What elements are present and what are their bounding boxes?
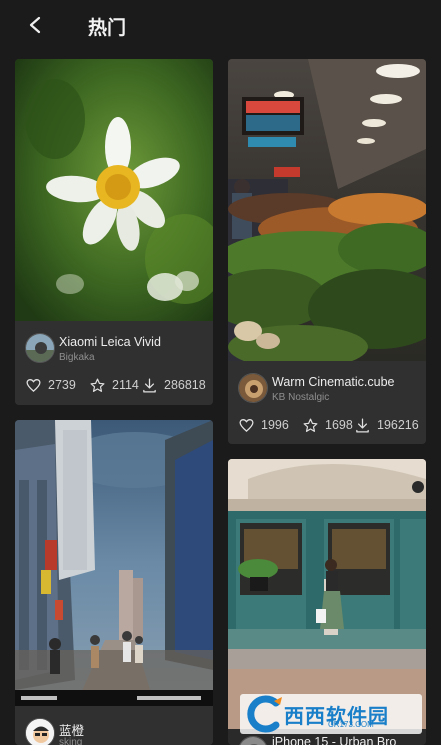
back-button[interactable] bbox=[22, 10, 50, 40]
logo-icon bbox=[247, 695, 282, 733]
filter-card-1[interactable]: Xiaomi Leica Vivid Bigkaka 2739 2114 286… bbox=[15, 59, 213, 405]
like-count: 1996 bbox=[261, 418, 289, 432]
author-name: KB Nostalgic bbox=[272, 392, 330, 403]
card-image bbox=[228, 59, 426, 361]
download-count: 286818 bbox=[164, 378, 206, 392]
download-icon bbox=[356, 417, 369, 433]
card-image bbox=[15, 59, 213, 321]
author-avatar[interactable] bbox=[25, 333, 55, 363]
author-name: Bigkaka bbox=[59, 352, 95, 363]
favorite-stat[interactable]: 2114 bbox=[89, 374, 139, 396]
filter-card-3[interactable]: 蓝橙 sking bbox=[15, 420, 213, 745]
author-avatar[interactable] bbox=[238, 373, 268, 403]
author-name: sking bbox=[59, 737, 83, 745]
filter-name: iPhone 15 - Urban Bro bbox=[272, 735, 397, 745]
chevron-left-icon bbox=[29, 16, 41, 34]
heart-icon bbox=[26, 378, 41, 392]
filter-name: Warm Cinematic.cube bbox=[272, 375, 395, 389]
star-icon bbox=[90, 378, 105, 392]
download-stat[interactable]: 286818 bbox=[141, 374, 206, 396]
author-avatar[interactable] bbox=[25, 718, 55, 745]
filter-card-2[interactable]: Warm Cinematic.cube KB Nostalgic 1996 16… bbox=[228, 59, 426, 444]
author-avatar[interactable] bbox=[238, 736, 268, 745]
star-icon bbox=[303, 418, 318, 432]
download-count: 196216 bbox=[377, 418, 419, 432]
like-count: 2739 bbox=[48, 378, 76, 392]
filter-name: Xiaomi Leica Vivid bbox=[59, 335, 161, 349]
like-stat[interactable]: 2739 bbox=[25, 374, 76, 396]
card-image bbox=[15, 420, 213, 706]
page-title: 热门 bbox=[88, 18, 127, 39]
site-watermark: 西西软件园 CR173.COM bbox=[240, 694, 422, 734]
top-bar: 热门 bbox=[0, 0, 441, 50]
like-stat[interactable]: 1996 bbox=[238, 414, 289, 436]
favorite-count: 2114 bbox=[112, 378, 139, 392]
heart-icon bbox=[239, 418, 254, 432]
download-stat[interactable]: 196216 bbox=[354, 414, 419, 436]
card-image bbox=[228, 459, 426, 729]
favorite-stat[interactable]: 1698 bbox=[302, 414, 353, 436]
favorite-count: 1698 bbox=[325, 418, 353, 432]
watermark-subtext: CR173.COM bbox=[328, 720, 374, 729]
download-icon bbox=[143, 377, 156, 393]
